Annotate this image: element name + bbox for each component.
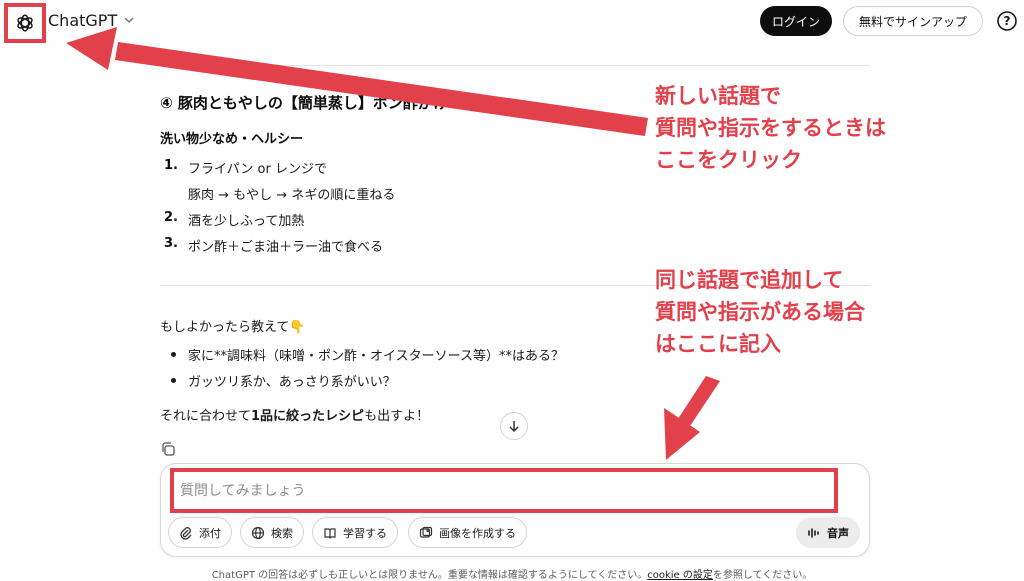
model-selector[interactable]: ChatGPT bbox=[48, 9, 135, 31]
annotation-top: 新しい話題で 質問や指示をするときは ここをクリック bbox=[655, 84, 886, 172]
step-number: 3. bbox=[164, 236, 178, 251]
globe-icon bbox=[251, 526, 265, 539]
chevron-down-icon bbox=[124, 17, 134, 23]
followup-bullet: 家に**調味料（味噌・ポン酢・オイスターソース等）**はある？ bbox=[188, 349, 564, 364]
search-button[interactable]: 検索 bbox=[240, 517, 304, 548]
arrow-to-logo bbox=[66, 27, 648, 136]
footer-disclaimer: ChatGPT の回答は必ずしも正しいとは限りません。重要な情報は確認するように… bbox=[211, 570, 813, 581]
step-number: 2. bbox=[164, 210, 178, 225]
book-icon bbox=[324, 527, 336, 539]
annotation-bottom: 同じ話題で追加して 質問や指示がある場合 はここに記入 bbox=[655, 268, 865, 356]
signup-button[interactable]: 無料でサインアップ bbox=[843, 6, 983, 36]
brand-label: ChatGPT bbox=[48, 10, 118, 30]
prompt-input-highlight bbox=[170, 468, 838, 513]
bullet-dot bbox=[171, 352, 176, 357]
followup-closing: それに合わせて1品に絞ったレシピも出すよ！ bbox=[160, 409, 430, 424]
copy-icon[interactable] bbox=[160, 441, 176, 457]
recipe-subtitle: 洗い物少なめ・ヘルシー bbox=[160, 132, 304, 147]
followup-intro: もしよかったら教えて👇 bbox=[160, 320, 306, 335]
waveform-icon bbox=[808, 527, 819, 538]
arrow-down-icon bbox=[509, 421, 519, 433]
step-number: 1. bbox=[164, 158, 178, 173]
prompt-input[interactable] bbox=[174, 472, 834, 509]
create-image-button[interactable]: 画像を作成する bbox=[408, 517, 527, 548]
bullet-dot bbox=[171, 378, 176, 383]
step-text: フライパン or レンジで bbox=[188, 162, 327, 177]
scroll-down-button[interactable] bbox=[500, 412, 528, 440]
new-chat-logo-button[interactable] bbox=[4, 3, 46, 43]
step-text: 酒を少しふって加熱 bbox=[188, 214, 305, 229]
paperclip-icon bbox=[180, 526, 192, 540]
image-icon bbox=[419, 526, 433, 538]
attach-button[interactable]: 添付 bbox=[168, 517, 232, 548]
step-text: ポン酢＋ごま油＋ラー油で食べる bbox=[188, 240, 384, 255]
help-icon[interactable]: ? bbox=[996, 10, 1018, 32]
study-button[interactable]: 学習する bbox=[312, 517, 398, 548]
divider bbox=[160, 65, 870, 66]
svg-text:?: ? bbox=[1004, 14, 1011, 28]
step-text: 豚肉 → もやし → ネギの順に重ねる bbox=[188, 188, 396, 203]
login-button[interactable]: ログイン bbox=[760, 6, 832, 36]
arrow-to-input bbox=[664, 376, 720, 460]
cookie-settings-link[interactable]: cookie の設定 bbox=[647, 570, 713, 581]
openai-logo-icon bbox=[17, 14, 33, 32]
followup-bullet: ガッツリ系か、あっさり系がいい？ bbox=[188, 375, 396, 390]
voice-button[interactable]: 音声 bbox=[796, 517, 860, 548]
recipe-title: ④ 豚肉ともやしの【簡単蒸し】ポン酢がけ bbox=[160, 94, 448, 112]
